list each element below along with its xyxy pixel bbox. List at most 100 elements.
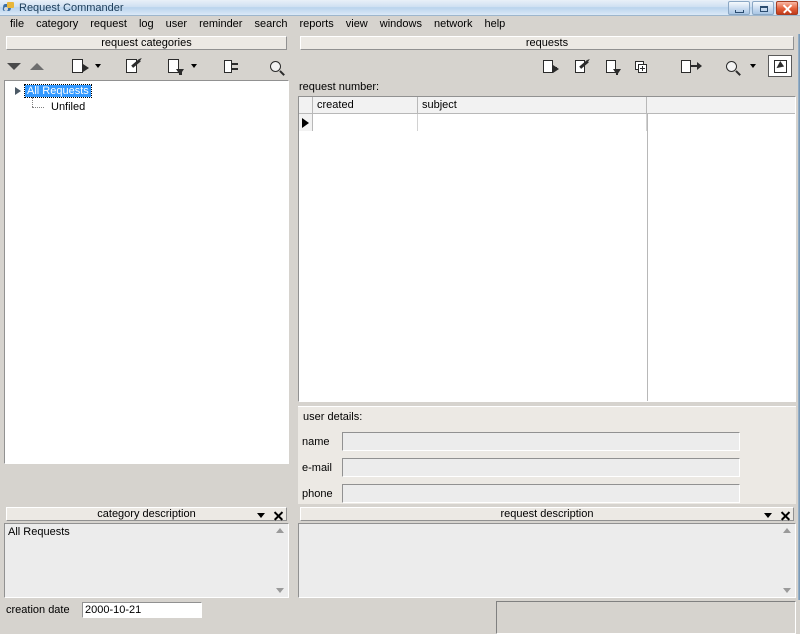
document-edit-icon	[126, 59, 142, 73]
request-categories-toolbar	[2, 52, 291, 80]
toolbar-separator-4	[200, 54, 215, 78]
menu-reports[interactable]: reports	[294, 17, 340, 31]
forward-request-button[interactable]	[670, 54, 702, 78]
new-request-button[interactable]	[532, 54, 564, 78]
new-category-button[interactable]	[64, 54, 91, 78]
document-in-icon	[543, 59, 559, 73]
grid-column-subject[interactable]: subject	[418, 97, 647, 113]
chevron-down-icon	[94, 64, 101, 68]
requests-grid[interactable]: created subject	[298, 96, 796, 402]
document-cursor-icon	[773, 59, 787, 73]
menu-file[interactable]: file	[4, 17, 30, 31]
tree-item-unfiled[interactable]: Unfiled	[5, 97, 288, 115]
menu-category[interactable]: category	[30, 17, 84, 31]
creation-date-value[interactable]: 2000-10-21	[82, 601, 202, 618]
menu-network[interactable]: network	[428, 17, 479, 31]
document-out-icon	[681, 59, 702, 73]
toolbar-separator-7	[702, 54, 718, 78]
menu-view[interactable]: view	[340, 17, 374, 31]
category-description-scrollbar[interactable]	[274, 525, 287, 596]
request-description-caption: request description	[300, 507, 794, 521]
scroll-up-icon[interactable]	[783, 528, 791, 533]
edit-request-button[interactable]	[564, 54, 596, 78]
request-description-caption-text: request description	[500, 508, 594, 520]
chevron-down-icon	[191, 64, 198, 68]
grid-vertical-rule	[647, 114, 648, 401]
app-icon	[2, 1, 15, 14]
user-phone-row: phone	[302, 483, 740, 504]
user-name-field[interactable]	[342, 432, 740, 451]
category-tree-button[interactable]	[215, 54, 246, 78]
user-email-label: e-mail	[302, 461, 332, 474]
close-icon[interactable]	[274, 511, 283, 520]
menu-search[interactable]: search	[248, 17, 293, 31]
window-titlebar[interactable]: Request Commander	[0, 0, 800, 16]
magnifier-icon	[725, 60, 737, 72]
edit-category-button[interactable]	[118, 54, 145, 78]
move-down-button[interactable]	[2, 54, 26, 78]
request-description-text[interactable]	[298, 523, 796, 598]
user-phone-label: phone	[302, 487, 333, 500]
user-email-field[interactable]	[342, 458, 740, 477]
menu-log[interactable]: log	[133, 17, 160, 31]
requests-caption-text: requests	[525, 37, 569, 49]
select-request-button[interactable]	[768, 55, 792, 77]
workspace: request categories All Requests Unfiled …	[0, 34, 800, 634]
requests-grid-body[interactable]	[299, 114, 795, 401]
new-category-dropdown[interactable]	[91, 54, 104, 78]
window-controls	[728, 0, 798, 16]
export-category-dropdown[interactable]	[187, 54, 200, 78]
maximize-button[interactable]	[752, 1, 774, 15]
requests-caption: requests	[300, 36, 794, 50]
request-description-panel: request description	[296, 505, 798, 634]
menu-request[interactable]: request	[84, 17, 133, 31]
scroll-down-icon[interactable]	[783, 588, 791, 593]
user-phone-field[interactable]	[342, 484, 740, 503]
toolbar-separator-5	[246, 54, 261, 78]
search-requests-button[interactable]	[718, 54, 744, 78]
grid-column-created[interactable]: created	[313, 97, 418, 113]
expand-twisty-icon[interactable]	[15, 87, 21, 95]
minimize-button[interactable]	[728, 1, 750, 15]
menu-help[interactable]: help	[478, 17, 511, 31]
toolbar-separator-8	[760, 54, 768, 78]
close-icon[interactable]	[781, 511, 790, 520]
category-description-panel: category description All Requests creati…	[2, 505, 291, 634]
export-category-button[interactable]	[160, 54, 187, 78]
request-categories-caption: request categories	[6, 36, 287, 50]
toolbar-separator-2	[104, 54, 119, 78]
user-details-title: user details:	[303, 411, 363, 423]
chevron-down-icon	[749, 64, 756, 68]
search-categories-button[interactable]	[260, 54, 291, 78]
left-horizontal-splitter[interactable]	[0, 466, 292, 505]
window-title: Request Commander	[19, 1, 124, 14]
user-name-row: name	[302, 431, 740, 452]
chevron-down-icon[interactable]	[764, 512, 772, 518]
row-indicator-triangle	[299, 114, 313, 131]
document-down-icon	[606, 59, 621, 75]
category-description-fields: creation date 2000-10-21	[4, 601, 289, 634]
tree-item-all-requests[interactable]: All Requests	[5, 83, 288, 99]
menu-reminder[interactable]: reminder	[193, 17, 248, 31]
document-copy-add-icon	[634, 60, 647, 73]
category-description-caption: category description	[6, 507, 287, 521]
close-button[interactable]	[776, 1, 798, 15]
chevron-down-icon[interactable]	[257, 512, 265, 518]
table-row[interactable]	[299, 114, 795, 131]
scroll-down-icon[interactable]	[276, 588, 284, 593]
duplicate-request-button[interactable]	[626, 54, 654, 78]
category-tree[interactable]: All Requests Unfiled	[4, 80, 289, 464]
toolbar-separator-3	[146, 54, 161, 78]
row-cell-subject[interactable]	[418, 114, 647, 131]
search-requests-dropdown[interactable]	[744, 54, 760, 78]
menu-windows[interactable]: windows	[374, 17, 428, 31]
move-up-button[interactable]	[26, 54, 50, 78]
scroll-up-icon[interactable]	[276, 528, 284, 533]
request-description-scrollbar[interactable]	[781, 525, 794, 596]
triangle-down-icon	[6, 62, 21, 70]
row-cell-created[interactable]	[313, 114, 418, 131]
category-description-text[interactable]: All Requests	[4, 523, 289, 598]
menu-user[interactable]: user	[160, 17, 193, 31]
requests-panel: requests request number: created subject…	[296, 34, 798, 504]
close-request-button[interactable]	[596, 54, 626, 78]
